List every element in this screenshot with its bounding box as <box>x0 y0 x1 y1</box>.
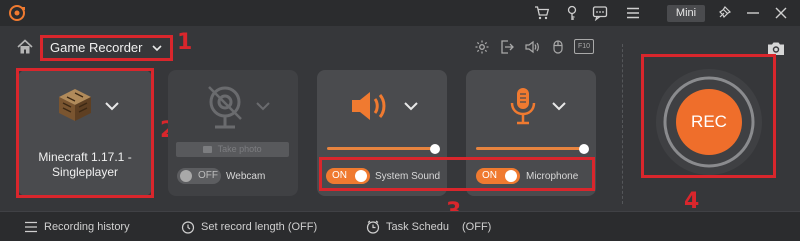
speaker-icon <box>352 92 386 120</box>
annotation-box-1 <box>40 35 173 61</box>
export-icon[interactable] <box>499 39 515 55</box>
task-schedule-label: Task Schedu <box>386 221 449 233</box>
hotkey-icon[interactable]: F10 <box>574 39 594 54</box>
schedule-icon <box>366 220 380 234</box>
app-logo-icon <box>9 5 25 21</box>
take-photo-button: Take photo <box>176 142 289 157</box>
task-schedule-button[interactable]: Task Schedu (OFF) <box>366 219 498 235</box>
annotation-box-3 <box>319 157 595 191</box>
record-length-label: Set record length (OFF) <box>201 221 318 233</box>
system-sound-slider[interactable] <box>327 147 435 150</box>
cart-icon[interactable] <box>534 5 550 21</box>
timer-icon <box>181 221 195 234</box>
annotation-box-2 <box>16 68 154 198</box>
list-icon <box>25 221 37 233</box>
menu-icon[interactable] <box>625 5 641 21</box>
webcam-toggle[interactable]: OFF <box>177 168 221 184</box>
feedback-icon[interactable] <box>592 5 608 21</box>
settings-icon[interactable] <box>474 39 490 55</box>
mini-button[interactable]: Mini <box>667 5 705 22</box>
camera-small-icon <box>203 146 213 153</box>
annotation-number-1: 1 <box>177 30 193 55</box>
annotation-number-4: 4 <box>684 189 700 214</box>
record-length-button[interactable]: Set record length (OFF) <box>181 219 331 235</box>
take-photo-label: Take photo <box>217 144 262 154</box>
slider-knob[interactable] <box>579 144 589 154</box>
divider <box>622 44 623 204</box>
toggle-label: OFF <box>198 170 218 181</box>
recording-history-button[interactable]: Recording history <box>24 219 144 235</box>
key-icon[interactable] <box>564 5 580 21</box>
chevron-down-icon[interactable] <box>403 100 419 112</box>
microphone-icon <box>510 88 536 125</box>
pin-icon[interactable] <box>716 5 732 21</box>
home-icon[interactable] <box>16 38 34 56</box>
microphone-slider[interactable] <box>476 147 584 150</box>
recording-history-label: Recording history <box>44 221 130 233</box>
webcam-icon <box>208 86 242 129</box>
webcam-label: Webcam <box>226 171 266 182</box>
chevron-down-icon <box>256 102 270 111</box>
close-icon[interactable] <box>773 5 789 21</box>
chevron-down-icon[interactable] <box>551 100 567 112</box>
annotation-box-4 <box>641 54 776 178</box>
task-schedule-status: (OFF) <box>462 221 492 233</box>
toggle-knob <box>180 170 192 182</box>
minimize-icon[interactable] <box>745 5 761 21</box>
speaker-icon[interactable] <box>524 39 540 55</box>
slider-knob[interactable] <box>430 144 440 154</box>
mouse-icon[interactable] <box>550 39 566 55</box>
